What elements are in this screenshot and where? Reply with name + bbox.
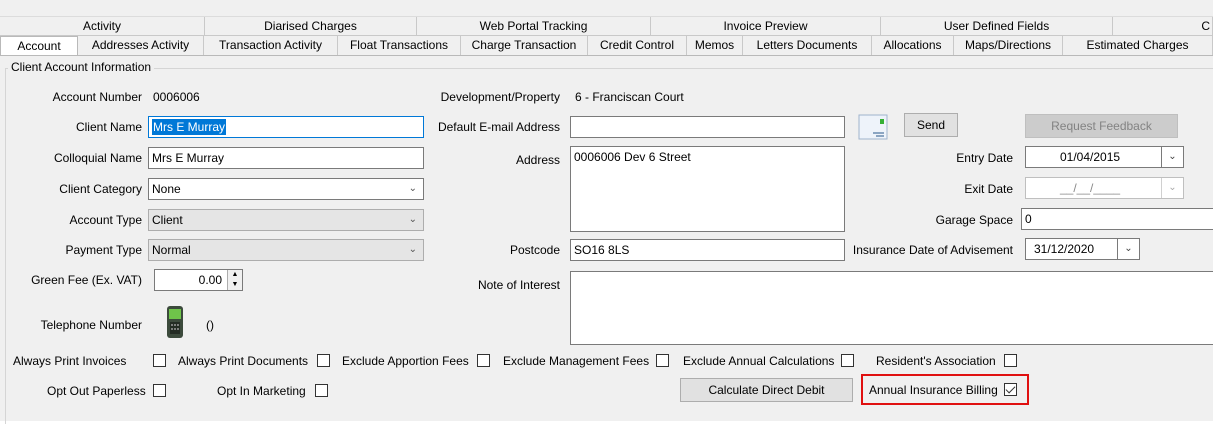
entry-date-label: Entry Date bbox=[956, 151, 1013, 165]
residents-association-label: Resident's Association bbox=[876, 354, 996, 368]
annual-insurance-billing-checkbox[interactable] bbox=[1004, 383, 1017, 396]
exclude-apportion-fees-label: Exclude Apportion Fees bbox=[342, 354, 469, 368]
exclude-apportion-fees-checkbox[interactable] bbox=[477, 354, 490, 367]
client-name-label: Client Name bbox=[75, 120, 142, 134]
development-value: 6 - Franciscan Court bbox=[575, 90, 684, 104]
chevron-down-icon[interactable]: ⌄ bbox=[1117, 239, 1139, 259]
tab-activity[interactable]: Activity bbox=[0, 17, 205, 36]
tab-float-transactions[interactable]: Float Transactions bbox=[338, 36, 461, 55]
send-button[interactable]: Send bbox=[904, 113, 958, 137]
phone-icon[interactable] bbox=[164, 305, 186, 339]
telephone-label: Telephone Number bbox=[40, 318, 142, 332]
entry-date-value: 01/04/2015 bbox=[1060, 150, 1121, 164]
tab-transaction-activity[interactable]: Transaction Activity bbox=[204, 36, 338, 55]
exclude-annual-calculations-checkbox[interactable] bbox=[841, 354, 854, 367]
postcode-label: Postcode bbox=[509, 243, 560, 257]
account-type-value: Client bbox=[152, 213, 183, 227]
payment-type-label: Payment Type bbox=[65, 243, 143, 257]
always-print-documents-checkbox[interactable] bbox=[317, 354, 330, 367]
payment-type-value: Normal bbox=[152, 243, 191, 257]
opt-out-paperless-checkbox[interactable] bbox=[153, 384, 166, 397]
address-textarea[interactable]: 0006006 Dev 6 Street bbox=[570, 146, 845, 232]
opt-out-paperless-label: Opt Out Paperless bbox=[47, 384, 146, 398]
chevron-down-icon[interactable]: ⌄ bbox=[1161, 147, 1183, 167]
payment-type-select[interactable]: Normal ⌄ bbox=[148, 239, 424, 261]
client-category-select[interactable]: None ⌄ bbox=[148, 178, 424, 200]
green-fee-label: Green Fee (Ex. VAT) bbox=[31, 273, 142, 287]
spin-up-icon[interactable]: ▲ bbox=[228, 270, 242, 280]
development-label: Development/Property bbox=[440, 90, 560, 104]
opt-in-marketing-label: Opt In Marketing bbox=[217, 384, 306, 398]
exclude-management-fees-checkbox[interactable] bbox=[656, 354, 669, 367]
exit-date-value: __/__/____ bbox=[1060, 181, 1121, 195]
calculate-direct-debit-button[interactable]: Calculate Direct Debit bbox=[680, 378, 853, 402]
tab-more[interactable]: C bbox=[1113, 17, 1213, 36]
client-name-input[interactable]: Mrs E Murray bbox=[148, 116, 424, 138]
exit-date-label: Exit Date bbox=[964, 182, 1013, 196]
tab-invoice-preview[interactable]: Invoice Preview bbox=[651, 17, 881, 36]
email-icon[interactable] bbox=[858, 113, 888, 141]
always-print-documents-label: Always Print Documents bbox=[178, 354, 309, 368]
account-type-select[interactable]: Client ⌄ bbox=[148, 209, 424, 231]
opt-in-marketing-checkbox[interactable] bbox=[315, 384, 328, 397]
email-label: Default E-mail Address bbox=[437, 120, 560, 134]
tab-web-portal-tracking[interactable]: Web Portal Tracking bbox=[417, 17, 651, 36]
chevron-down-icon[interactable]: ⌄ bbox=[1161, 178, 1183, 198]
exclude-annual-calculations-label: Exclude Annual Calculations bbox=[683, 354, 835, 368]
tab-charge-transaction[interactable]: Charge Transaction bbox=[461, 36, 588, 55]
exit-date-picker[interactable]: __/__/____ ⌄ bbox=[1025, 177, 1184, 199]
tab-addresses-activity[interactable]: Addresses Activity bbox=[78, 36, 204, 55]
email-input[interactable] bbox=[570, 116, 845, 138]
tab-user-defined-fields[interactable]: User Defined Fields bbox=[881, 17, 1113, 36]
tab-maps-directions[interactable]: Maps/Directions bbox=[954, 36, 1063, 55]
always-print-invoices-label: Always Print Invoices bbox=[13, 354, 127, 368]
postcode-input[interactable]: SO16 8LS bbox=[570, 239, 845, 261]
request-feedback-button[interactable]: Request Feedback bbox=[1025, 114, 1178, 138]
top-strip bbox=[0, 0, 1213, 17]
insurance-date-label: Insurance Date of Advisement bbox=[852, 243, 1013, 257]
tab-diarised-charges[interactable]: Diarised Charges bbox=[205, 17, 417, 36]
tab-memos[interactable]: Memos bbox=[687, 36, 743, 55]
garage-space-label: Garage Space bbox=[935, 213, 1013, 227]
client-category-value: None bbox=[152, 182, 181, 196]
tab-letters-documents[interactable]: Letters Documents bbox=[743, 36, 872, 55]
insurance-date-value: 31/12/2020 bbox=[1034, 242, 1095, 256]
telephone-value: () bbox=[206, 318, 214, 332]
tab-credit-control[interactable]: Credit Control bbox=[588, 36, 687, 55]
residents-association-checkbox[interactable] bbox=[1004, 354, 1017, 367]
tab-estimated-charges[interactable]: Estimated Charges bbox=[1063, 36, 1213, 55]
chevron-down-icon: ⌄ bbox=[408, 214, 417, 225]
exclude-management-fees-label: Exclude Management Fees bbox=[503, 354, 650, 368]
account-type-label: Account Type bbox=[69, 213, 143, 227]
tab-row-2: Account Addresses Activity Transaction A… bbox=[0, 36, 1213, 56]
client-name-value: Mrs E Murray bbox=[152, 119, 226, 135]
chevron-down-icon: ⌄ bbox=[408, 183, 417, 194]
address-label: Address bbox=[515, 153, 560, 167]
client-category-label: Client Category bbox=[59, 182, 142, 196]
note-label: Note of Interest bbox=[477, 278, 560, 292]
colloquial-name-input[interactable]: Mrs E Murray bbox=[148, 147, 424, 169]
colloquial-name-label: Colloquial Name bbox=[53, 151, 142, 165]
tab-account[interactable]: Account bbox=[0, 36, 78, 56]
group-title: Client Account Information bbox=[8, 60, 155, 74]
annual-insurance-billing-label: Annual Insurance Billing bbox=[869, 383, 998, 397]
insurance-date-picker[interactable]: 31/12/2020 ⌄ bbox=[1025, 238, 1140, 260]
always-print-invoices-checkbox[interactable] bbox=[153, 354, 166, 367]
green-fee-spinner[interactable]: ▲ ▼ bbox=[227, 270, 242, 290]
account-number-label: Account Number bbox=[52, 90, 142, 104]
chevron-down-icon: ⌄ bbox=[408, 244, 417, 255]
garage-space-input[interactable]: 0 bbox=[1021, 208, 1213, 230]
account-number-value: 0006006 bbox=[153, 90, 200, 104]
tab-allocations[interactable]: Allocations bbox=[872, 36, 954, 55]
note-textarea[interactable] bbox=[570, 271, 1213, 345]
entry-date-picker[interactable]: 01/04/2015 ⌄ bbox=[1025, 146, 1184, 168]
tab-row-1: Activity Diarised Charges Web Portal Tra… bbox=[0, 17, 1213, 36]
spin-down-icon[interactable]: ▼ bbox=[228, 280, 242, 290]
